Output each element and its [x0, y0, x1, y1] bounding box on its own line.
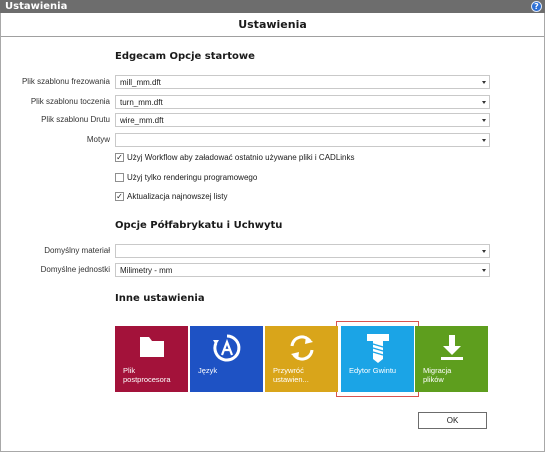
theme-combo[interactable]	[115, 133, 490, 147]
software-render-checkbox-label: Użyj tylko renderingu programowego	[127, 173, 258, 182]
folder-icon	[115, 332, 188, 366]
workflow-checkbox[interactable]: ✓	[115, 153, 124, 162]
tile-postprocessor-label: Plik postprocesora	[123, 366, 171, 384]
recent-list-checkbox[interactable]: ✓	[115, 192, 124, 201]
chevron-down-icon	[482, 119, 486, 122]
wire-template-label: Plik szablonu Drutu	[41, 115, 110, 124]
chevron-down-icon	[482, 81, 486, 84]
milling-template-label: Plik szablonu frezowania	[21, 77, 110, 86]
chevron-down-icon	[482, 250, 486, 253]
default-material-label: Domyślny materiał	[44, 246, 110, 255]
software-render-checkbox[interactable]	[115, 173, 124, 182]
tile-restore[interactable]: Przywróć ustawien...	[265, 326, 338, 392]
turning-template-combo[interactable]: turn_mm.dft	[115, 95, 490, 109]
other-settings-title: Inne ustawienia	[115, 293, 205, 304]
tile-migration[interactable]: Migracja plików	[415, 326, 488, 392]
download-icon	[415, 332, 488, 366]
settings-dialog: Ustawienia Edgecam Opcje startowe Plik s…	[0, 13, 545, 452]
workflow-checkbox-label: Użyj Workflow aby załadować ostatnio uży…	[127, 153, 355, 162]
window-title: Ustawienia	[5, 1, 68, 12]
tile-migration-label: Migracja plików	[423, 366, 452, 384]
chevron-down-icon	[482, 269, 486, 272]
default-material-combo[interactable]	[115, 244, 490, 258]
turning-template-value: turn_mm.dft	[120, 98, 163, 107]
ok-button[interactable]: OK	[418, 412, 487, 429]
help-icon[interactable]: ?	[531, 1, 542, 12]
screw-icon	[341, 332, 414, 366]
wire-template-value: wire_mm.dft	[120, 116, 164, 125]
tile-restore-label: Przywróć ustawien...	[273, 366, 309, 384]
theme-label: Motyw	[86, 135, 110, 144]
stock-options-title: Opcje Półfabrykatu i Uchwytu	[115, 220, 283, 231]
default-units-combo[interactable]: Milimetry - mm	[115, 263, 490, 277]
milling-template-combo[interactable]: mill_mm.dft	[115, 75, 490, 89]
tile-language-label: Język	[198, 366, 218, 375]
turning-template-label: Plik szablonu toczenia	[30, 97, 110, 106]
recent-list-checkbox-label: Aktualizacja najnowszej listy	[127, 192, 228, 201]
tile-language[interactable]: Język	[190, 326, 263, 392]
title-bar: Ustawienia ?	[0, 0, 545, 13]
tile-postprocessor[interactable]: Plik postprocesora	[115, 326, 188, 392]
startup-options-title: Edgecam Opcje startowe	[115, 51, 255, 62]
milling-template-value: mill_mm.dft	[120, 78, 161, 87]
dialog-header: Ustawienia	[1, 13, 544, 37]
default-units-value: Milimetry - mm	[120, 266, 173, 275]
wire-template-combo[interactable]: wire_mm.dft	[115, 113, 490, 127]
default-units-label: Domyślne jednostki	[40, 265, 110, 274]
tile-thread-editor-label: Edytor Gwintu	[349, 366, 397, 375]
chevron-down-icon	[482, 139, 486, 142]
restore-icon	[265, 332, 338, 366]
tile-thread-editor[interactable]: Edytor Gwintu	[341, 326, 414, 392]
language-icon	[190, 332, 263, 366]
chevron-down-icon	[482, 101, 486, 104]
